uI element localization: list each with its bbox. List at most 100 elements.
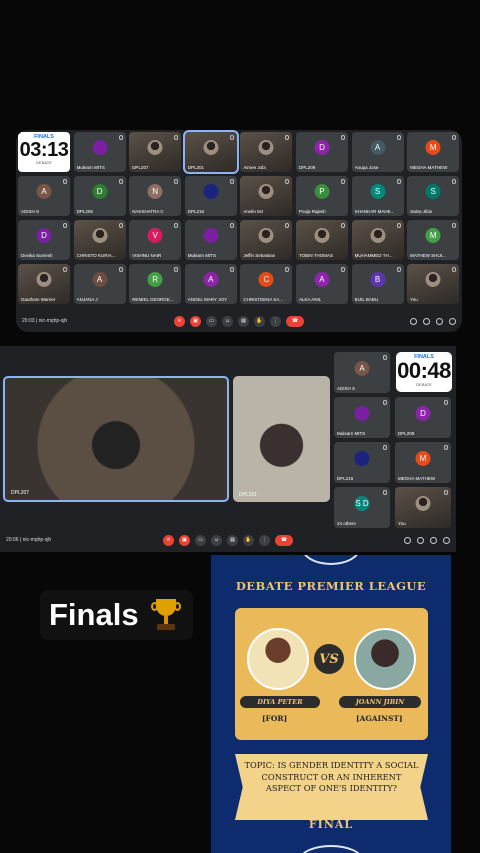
participant-tile[interactable]: Mulearn MITS [73,132,126,172]
avatar: M [425,140,441,155]
emoji-button[interactable]: ☺ [222,315,233,327]
avatar: A [314,272,330,287]
mic-muted-icon [118,135,123,140]
spotlight-tile-2[interactable]: DPL201 [233,376,330,502]
activities-icon[interactable] [443,536,450,544]
avatar-photo [147,140,163,155]
meet-grid-screenshot: FINALS 03:13 DEBATE Mulearn MITS DPL207 DP… [16,130,462,332]
participant-tile[interactable]: A Anupa Jose [351,132,404,172]
avatar: D [36,228,52,243]
participant-tile[interactable]: TOBIN THOMAS [295,220,348,260]
participant-tile[interactable]: S SHANKAR MAHE... [351,176,404,216]
raise-hand-button[interactable]: ✋ [243,534,254,546]
participant-name: Mulearn MITS [187,253,217,258]
participant-tile[interactable]: DPL201 [182,130,239,174]
mic-muted-icon [285,223,290,228]
vs-badge: VS [314,644,344,674]
more-options-button[interactable]: ⋮ [259,534,270,546]
captions-button[interactable]: ▭ [206,315,217,327]
participant-tile[interactable]: Gautham Warrier [18,264,70,304]
info-icon[interactable] [404,536,411,544]
participant-tile[interactable]: P Pooja Rajesh [295,176,348,216]
mic-muted-icon [396,223,401,228]
participant-tile[interactable]: Mulearn MITS [184,220,237,260]
participant-tile[interactable]: A ANJANA J [73,264,126,304]
participant-tile[interactable]: CHRISTO KURIA... [73,220,126,260]
participant-tile[interactable]: Jeffin Sebastian [240,220,293,260]
people-icon[interactable] [423,317,430,325]
participant-tile[interactable]: You [395,487,451,528]
participant-tile[interactable]: DPL216 [184,176,237,216]
participant-name: CHRISTEENA SA... [243,297,284,302]
participant-name: You [410,297,418,302]
participant-tile[interactable]: M MATHEW SHIJI... [407,220,460,260]
participant-name: ANJANA J [76,297,98,302]
debate-topic: TOPIC: IS GENDER IDENTITY A SOCIAL CONST… [235,754,428,820]
mic-muted-icon [285,179,290,184]
mic-muted-icon [444,400,448,405]
leave-call-button[interactable]: ☎ [275,534,293,546]
participant-tile[interactable]: DPL207 [129,132,182,172]
avatar: A [370,140,386,155]
participant-tile[interactable]: A ADISH S [334,352,390,393]
avatar-photo [258,140,274,155]
participant-tile[interactable]: D DPL206 [73,176,126,216]
emoji-button[interactable]: ☺ [211,534,222,546]
participant-tile[interactable]: D DPL209 [395,397,451,438]
participant-tile[interactable]: M MEGHA MATHEW [407,132,460,172]
participant-grid: FINALS 03:13 DEBATE Mulearn MITS DPL207 DP… [18,130,460,304]
present-button[interactable]: ▤ [227,534,238,546]
participant-tile[interactable]: A ALKA ANIL [295,264,348,304]
debate-timer: FINALS 03:13 DEBATE [18,132,70,172]
participant-name: Mulearn MITS [337,431,366,436]
avatar: D [415,406,431,421]
logo-avatar [354,451,370,466]
participant-tile[interactable]: D DPL209 [295,132,348,172]
call-controls: ✕ ▣ ▭ ☺ ▤ ✋ ⋮ ☎ [163,534,293,546]
mic-muted-icon [63,179,67,184]
info-icon[interactable] [410,317,417,325]
more-options-button[interactable]: ⋮ [270,315,281,327]
participant-tile[interactable]: D Devika Sumesh [18,220,70,260]
participant-tile[interactable]: M MEGHA MATHEW [395,442,451,483]
mic-muted-icon [118,179,123,184]
avatar-photo [425,272,441,287]
activities-icon[interactable] [449,317,456,325]
camera-off-button[interactable]: ▣ [179,534,190,546]
present-button[interactable]: ▤ [238,315,249,327]
participant-tile[interactable]: R REMIEL GEORGE... [129,264,182,304]
participant-tile[interactable]: S D 24 others [334,487,390,528]
mic-off-button[interactable]: ✕ [163,534,174,546]
versus-panel: VS DIYA PETER JOANN JIBIN [FOR] [AGAINST… [235,608,428,740]
participant-tile[interactable]: DPL216 [334,442,390,483]
chat-icon[interactable] [430,536,437,544]
mic-muted-icon [229,135,234,140]
mic-muted-icon [396,179,401,184]
mic-muted-icon [396,267,401,272]
mic-muted-icon [174,223,179,228]
participant-tile[interactable]: A ADISH S [18,176,70,216]
camera-off-button[interactable]: ▣ [190,315,201,327]
participant-tile[interactable]: C CHRISTEENA SA... [240,264,293,304]
captions-button[interactable]: ▭ [195,534,206,546]
mic-off-button[interactable]: ✕ [174,315,185,327]
leave-call-button[interactable]: ☎ [286,315,304,327]
avatar: A [92,272,108,287]
participant-tile[interactable]: B BIJIL BABU [351,264,404,304]
raise-hand-button[interactable]: ✋ [254,315,265,327]
participant-tile[interactable]: You [407,264,460,304]
spotlight-tile-1[interactable]: DPL207 [3,376,229,502]
participant-tile[interactable]: A ANGEL MARY JOY [184,264,237,304]
participant-tile[interactable]: MUHAMMED TH... [351,220,404,260]
participant-tile[interactable]: S Salna Jibin [407,176,460,216]
meeting-code: 20:06 | nic-mqhp-sjh [6,537,52,543]
people-icon[interactable] [417,536,424,544]
participant-tile[interactable]: N NAKSHATRA C [129,176,182,216]
participant-tile[interactable]: Mulearn MITS [334,397,390,438]
participant-tile[interactable]: Anelin MJ [240,176,293,216]
participant-name: TOBIN THOMAS [298,253,334,258]
participant-tile[interactable]: V VISHNU NAIR [129,220,182,260]
avatar: D [92,184,108,199]
chat-icon[interactable] [436,317,443,325]
participant-tile[interactable]: Aimee Jobi [240,132,293,172]
